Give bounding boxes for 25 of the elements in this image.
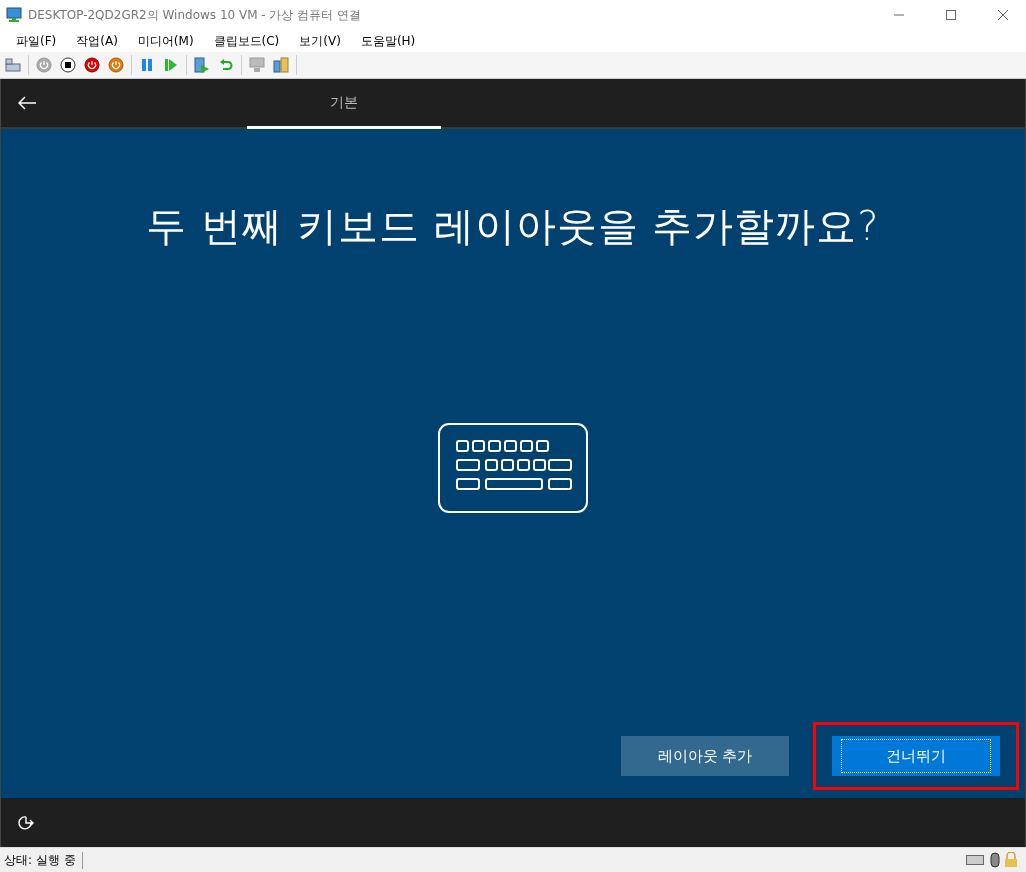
computer-icon[interactable] bbox=[248, 56, 266, 74]
menu-item[interactable]: 미디어(M) bbox=[129, 30, 202, 52]
power-icon[interactable] bbox=[83, 56, 101, 74]
skip-button[interactable]: 건너뛰기 bbox=[832, 736, 1000, 776]
menu-item[interactable]: 클립보드(C) bbox=[205, 30, 288, 52]
menu-item[interactable]: 도움말(H) bbox=[352, 30, 424, 52]
server-icon[interactable] bbox=[272, 56, 290, 74]
menu-item[interactable]: 보기(V) bbox=[291, 30, 349, 52]
menu-item[interactable]: 작업(A) bbox=[68, 30, 126, 52]
power-icon[interactable] bbox=[107, 56, 125, 74]
window-title: DESKTOP-2QD2GR2의 Windows 10 VM - 가상 컴퓨터 연결 bbox=[28, 6, 363, 24]
checkpoint-icon[interactable] bbox=[193, 56, 211, 74]
add-layout-button[interactable]: 레이아웃 추가 bbox=[621, 736, 789, 776]
mouse-icon bbox=[990, 852, 1000, 868]
keyboard-icon bbox=[438, 423, 588, 513]
close-icon[interactable] bbox=[997, 9, 1009, 21]
menu-item[interactable]: 파일(F) bbox=[8, 30, 65, 52]
keyboard-icon bbox=[966, 855, 984, 865]
stop-icon[interactable] bbox=[59, 56, 77, 74]
status-text: 상태: 실행 중 bbox=[4, 851, 83, 869]
lock-icon bbox=[1004, 852, 1018, 868]
computer-icon bbox=[6, 7, 22, 23]
heading: 두 번째 키보드 레이아웃을 추가할까요? bbox=[146, 202, 880, 251]
maximize-icon[interactable] bbox=[945, 9, 957, 21]
back-arrow-icon[interactable] bbox=[17, 95, 37, 111]
